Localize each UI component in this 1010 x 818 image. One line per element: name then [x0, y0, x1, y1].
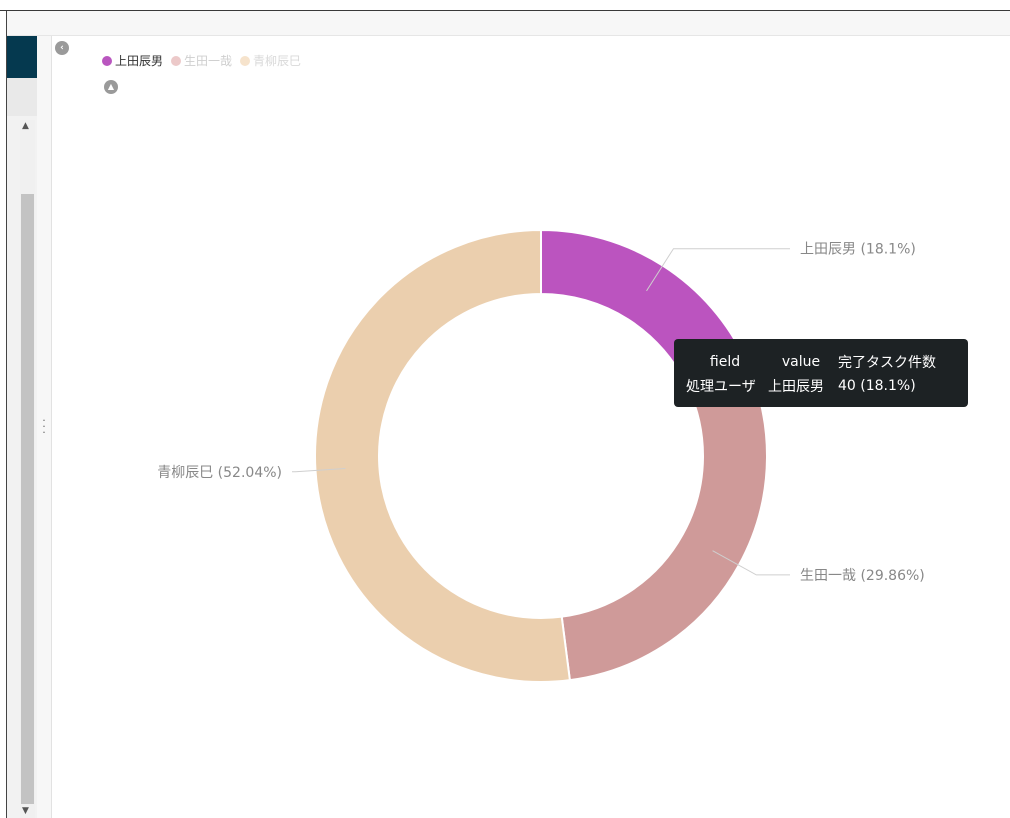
donut-slice-2[interactable] — [314, 228, 572, 683]
chart-tooltip: field value 完了タスク件数 処理ユーザ 上田辰男 40 (18.1%… — [674, 339, 968, 407]
donut-slice-1[interactable] — [560, 359, 768, 682]
tooltip-header-metric: 完了タスク件数 — [838, 355, 936, 371]
tooltip-header-field: field — [709, 354, 741, 370]
tooltip-header-value: value — [781, 354, 821, 370]
data-label-2: 青柳辰巳 (52.04%) — [157, 464, 282, 481]
tooltip-cell-metric: 40 (18.1%) — [838, 378, 916, 394]
donut-chart: 上田辰男 (18.1%) 生田一哉 (29.86%) 青柳辰巳 (52.04%) — [157, 228, 925, 683]
data-label-0: 上田辰男 (18.1%) — [800, 242, 916, 258]
data-label-1: 生田一哉 (29.86%) — [800, 568, 925, 584]
tooltip-cell-value: 上田辰男 — [768, 379, 824, 395]
tooltip-cell-field: 処理ユーザ — [686, 379, 756, 395]
